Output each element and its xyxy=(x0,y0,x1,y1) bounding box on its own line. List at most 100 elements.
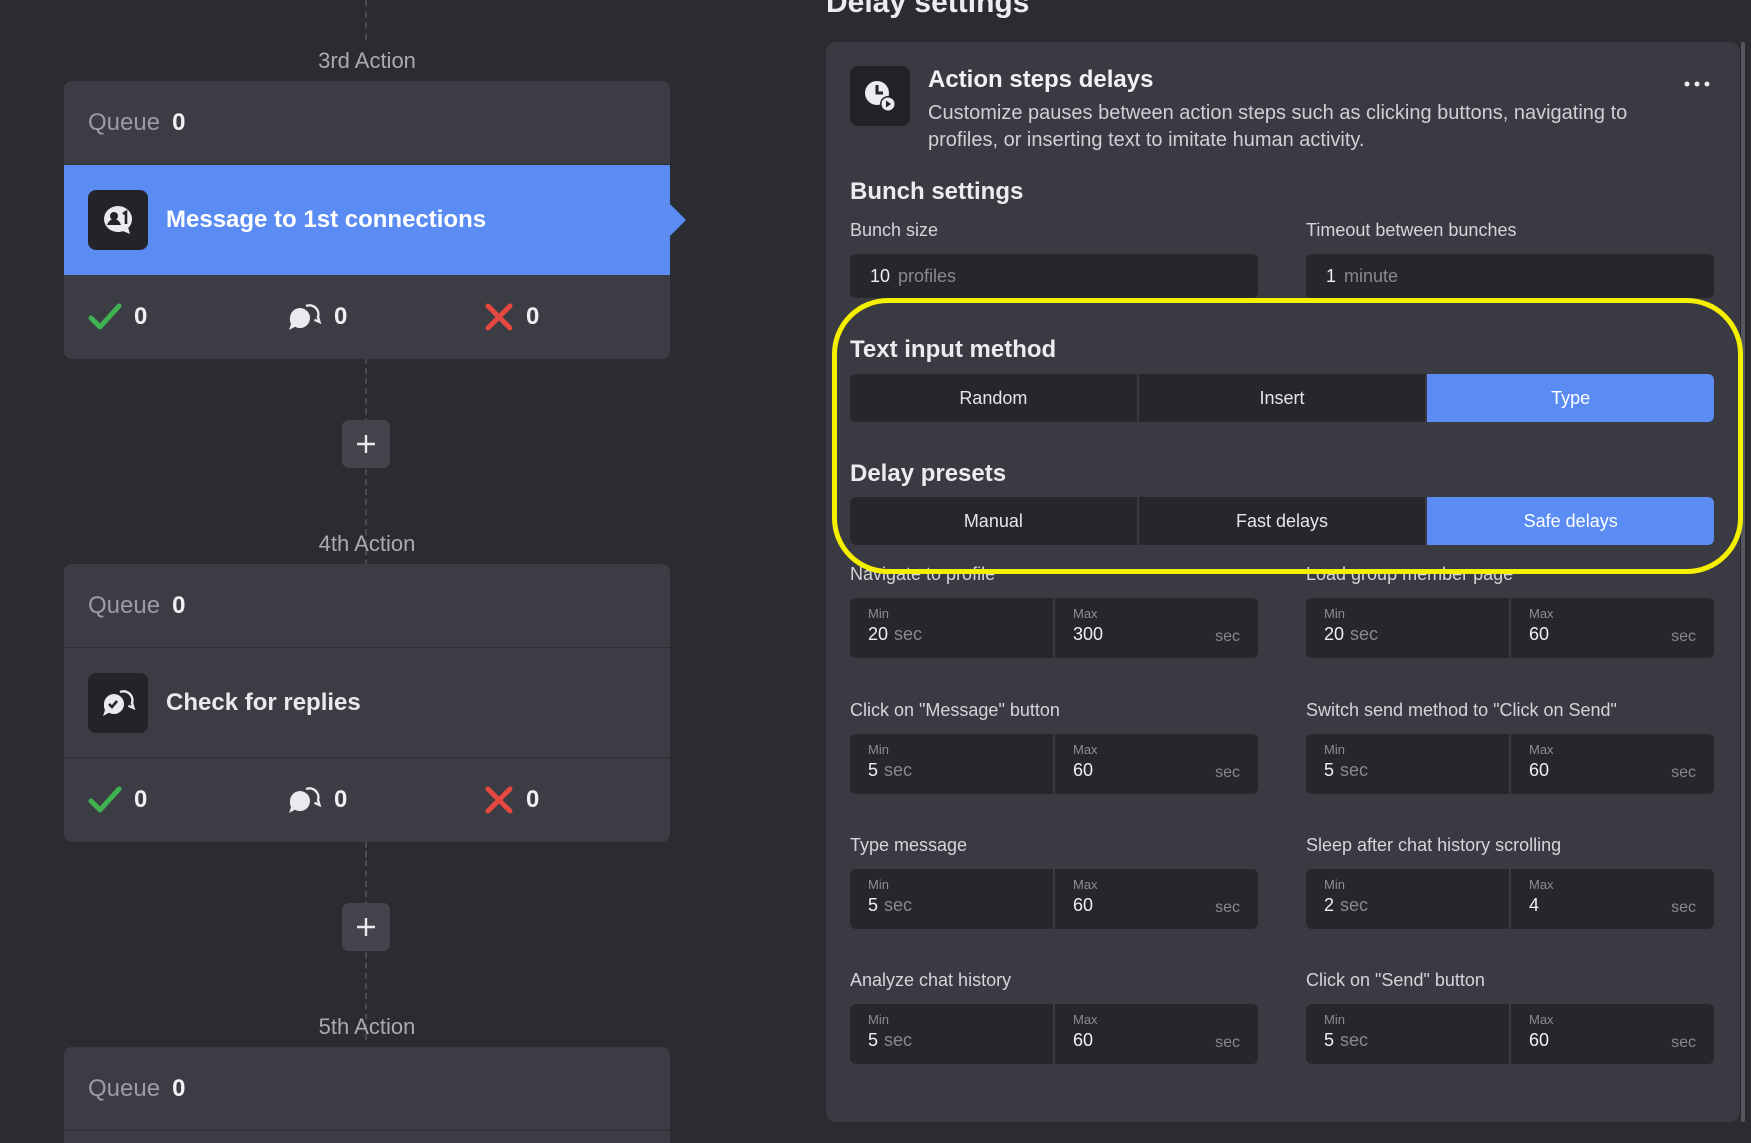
min-number: 2 xyxy=(1324,895,1335,915)
min-caption: Min xyxy=(868,1012,889,1027)
max-caption: Max xyxy=(1529,877,1554,892)
timeout-input[interactable]: 1 minute xyxy=(1306,254,1714,298)
queue-label: Queue xyxy=(88,108,161,136)
replied-stat: 0 xyxy=(286,275,347,359)
page-title: Delay settings xyxy=(826,0,1030,19)
min-input[interactable]: Min 5 sec xyxy=(1306,1004,1509,1064)
success-stat: 0 xyxy=(88,758,147,842)
failed-stat: 0 xyxy=(484,758,539,842)
max-caption: Max xyxy=(1073,606,1098,621)
delay-label: Navigate to profile xyxy=(850,564,996,584)
min-input[interactable]: Min 5 sec xyxy=(850,1004,1053,1064)
min-number: 5 xyxy=(1324,1030,1335,1050)
action-card-3[interactable]: Queue 0 Message to 1st connections 0 0 0 xyxy=(64,81,686,359)
checkmark-icon xyxy=(88,303,122,330)
delay-range-field: Min 5 sec Max 60 sec xyxy=(850,869,1258,929)
min-number: 5 xyxy=(868,760,879,780)
option-fast-delays[interactable]: Fast delays xyxy=(1139,497,1428,545)
max-unit: sec xyxy=(1671,1034,1696,1051)
clock-play-icon xyxy=(850,66,910,126)
replies-icon xyxy=(289,304,322,330)
action-card-5[interactable]: Queue 0 xyxy=(64,1047,670,1143)
delay-range-field: Min 5 sec Max 60 sec xyxy=(850,1004,1258,1064)
action-label-3: 3rd Action xyxy=(318,48,416,73)
queue-count: 0 xyxy=(172,591,186,619)
max-input[interactable]: Max 60 sec xyxy=(1509,598,1714,658)
action-label-4: 4th Action xyxy=(318,531,416,556)
queue-count: 0 xyxy=(172,1074,186,1102)
plus-icon xyxy=(357,918,375,936)
action-card-4[interactable]: Queue 0 Check for replies 0 0 0 xyxy=(64,564,670,842)
max-value: 4 xyxy=(1529,895,1540,915)
delay-presets-selector: Manual Fast delays Safe delays xyxy=(850,497,1714,545)
min-caption: Min xyxy=(1324,606,1345,621)
max-input[interactable]: Max 60 sec xyxy=(1053,734,1258,794)
delay-settings-panel: Action steps delays Customize pauses bet… xyxy=(826,42,1740,1122)
min-input[interactable]: Min 5 sec xyxy=(1306,734,1509,794)
min-input[interactable]: Min 5 sec xyxy=(850,869,1053,929)
max-input[interactable]: Max 4 sec xyxy=(1509,869,1714,929)
cross-icon xyxy=(485,786,513,814)
max-caption: Max xyxy=(1529,606,1554,621)
min-number: 5 xyxy=(868,895,879,915)
success-stat: 0 xyxy=(88,275,147,359)
delay-label: Type message xyxy=(850,835,968,855)
delay-range-field: Min 2 sec Max 4 sec xyxy=(1306,869,1714,929)
max-input[interactable]: Max 60 sec xyxy=(1509,1004,1714,1064)
max-value: 60 xyxy=(1073,895,1094,915)
min-input[interactable]: Min 2 sec xyxy=(1306,869,1509,929)
delay-label: Sleep after chat history scrolling xyxy=(1306,835,1562,855)
min-input[interactable]: Min 5 sec xyxy=(850,734,1053,794)
max-caption: Max xyxy=(1073,877,1098,892)
scrollbar[interactable] xyxy=(1741,42,1745,1122)
min-value: 5 sec xyxy=(868,895,912,916)
failed-stat: 0 xyxy=(484,275,539,359)
replied-count: 0 xyxy=(334,786,348,813)
success-count: 0 xyxy=(134,786,148,813)
text-input-method-selector: Random Insert Type xyxy=(850,374,1714,422)
max-input[interactable]: Max 60 sec xyxy=(1053,869,1258,929)
option-safe-delays[interactable]: Safe delays xyxy=(1427,497,1714,545)
bunch-size-input[interactable]: 10 profiles xyxy=(850,254,1258,298)
max-unit: sec xyxy=(1215,899,1240,916)
replies-icon xyxy=(289,787,322,813)
min-caption: Min xyxy=(868,606,889,621)
min-number: 20 xyxy=(1324,624,1345,644)
queue-row: Queue 0 xyxy=(64,81,670,165)
plus-icon xyxy=(357,435,375,453)
bunch-size-value: 10 xyxy=(870,265,891,286)
delay-range-field: Min 5 sec Max 60 sec xyxy=(1306,1004,1714,1064)
step-message-1st-connections[interactable]: Message to 1st connections xyxy=(64,165,686,275)
delay-label: Load group member page xyxy=(1306,564,1514,584)
option-manual[interactable]: Manual xyxy=(850,497,1139,545)
queue-count: 0 xyxy=(172,108,186,136)
delay-label: Click on "Send" button xyxy=(1306,970,1485,990)
max-input[interactable]: Max 60 sec xyxy=(1509,734,1714,794)
max-input[interactable]: Max 300 sec xyxy=(1053,598,1258,658)
option-random[interactable]: Random xyxy=(850,374,1139,422)
more-options-icon[interactable] xyxy=(1682,74,1712,94)
min-value: 20 sec xyxy=(1324,624,1378,645)
step-check-for-replies[interactable]: Check for replies xyxy=(64,648,670,758)
max-value: 300 xyxy=(1073,624,1104,644)
option-type[interactable]: Type xyxy=(1427,374,1714,422)
min-caption: Min xyxy=(868,877,889,892)
add-action-button[interactable] xyxy=(342,420,390,468)
max-input[interactable]: Max 60 sec xyxy=(1053,1004,1258,1064)
stats-row: 0 0 0 xyxy=(64,275,670,359)
min-number: 5 xyxy=(1324,760,1335,780)
add-action-button[interactable] xyxy=(342,903,390,951)
min-input[interactable]: Min 20 sec xyxy=(850,598,1053,658)
max-caption: Max xyxy=(1529,742,1554,757)
max-value: 60 xyxy=(1073,1030,1094,1050)
max-caption: Max xyxy=(1529,1012,1554,1027)
success-count: 0 xyxy=(134,303,148,330)
max-value: 60 xyxy=(1073,760,1094,780)
min-unit: sec xyxy=(1340,895,1369,915)
max-unit: sec xyxy=(1671,899,1696,916)
option-insert[interactable]: Insert xyxy=(1139,374,1428,422)
min-input[interactable]: Min 20 sec xyxy=(1306,598,1509,658)
max-unit: sec xyxy=(1215,764,1240,781)
max-unit: sec xyxy=(1215,1034,1240,1051)
delay-label: Click on "Message" button xyxy=(850,700,1060,720)
